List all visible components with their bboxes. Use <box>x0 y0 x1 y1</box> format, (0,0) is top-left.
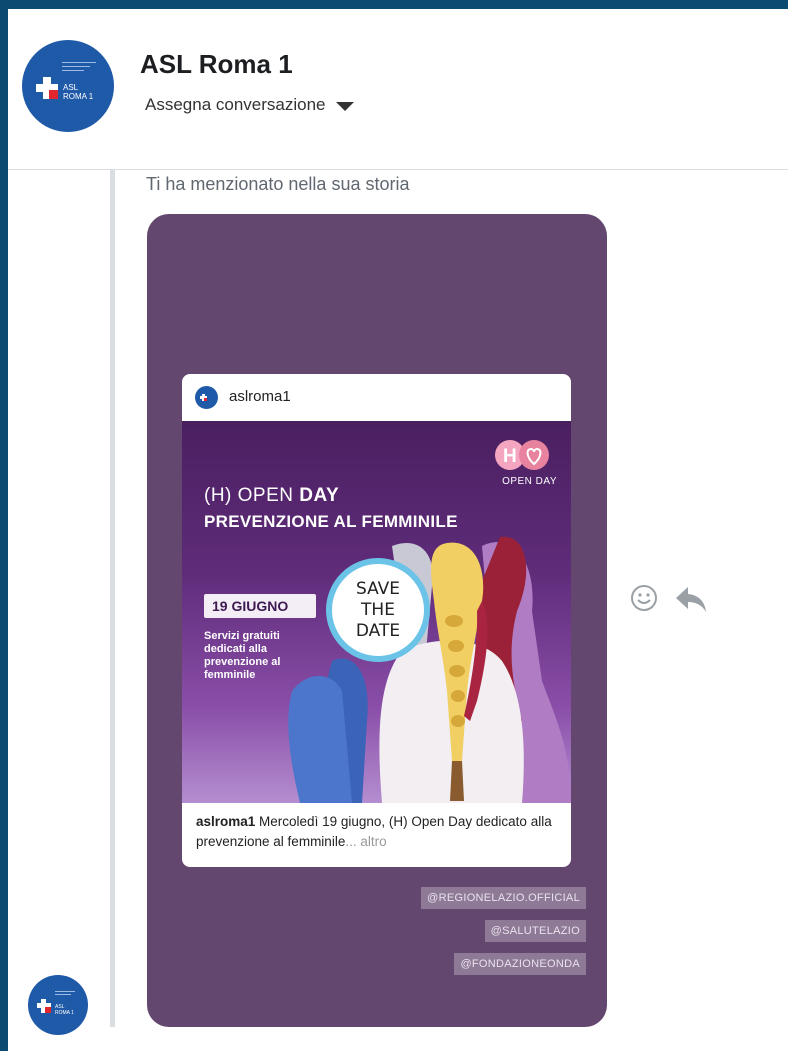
mention-text: Ti ha menzionato nella sua storia <box>146 174 410 194</box>
mention-tag[interactable]: @SALUTELAZIO <box>484 920 586 942</box>
more-link[interactable]: ... altro <box>345 834 386 849</box>
avatar[interactable]: ASL ROMA 1 <box>22 40 114 132</box>
svg-text:H: H <box>503 446 517 467</box>
event-date-badge: 19 GIUGNO <box>204 594 316 618</box>
mention-tag[interactable]: @REGIONELAZIO.OFFICIAL <box>421 887 586 909</box>
open-day-caption: OPEN DAY <box>502 476 557 487</box>
page-title: ASL Roma 1 <box>140 49 293 79</box>
reply-arrow-icon[interactable] <box>674 584 708 614</box>
event-subheadline: PREVENZIONE AL FEMMINILE <box>204 512 458 531</box>
story-bubble[interactable]: aslroma1 H OPEN DAY (H) OPEN DAY PREVENZ… <box>147 214 607 1027</box>
instagram-post-card[interactable]: aslroma1 H OPEN DAY (H) OPEN DAY PREVENZ… <box>182 374 571 867</box>
post-caption: aslroma1 Mercoledì 19 giugno, (H) Open D… <box>196 814 552 849</box>
thread-line <box>110 169 115 1027</box>
asl-logo-icon <box>200 394 207 401</box>
assign-label: Assegna conversazione <box>145 95 326 114</box>
post-header: aslroma1 <box>182 374 571 421</box>
conversation-header: ASL ROMA 1 ASL Roma 1 Assegna conversazio… <box>8 9 788 170</box>
sender-avatar[interactable]: ASL ROMA 1 <box>28 975 88 1035</box>
conversation-panel: ASL ROMA 1 ASL Roma 1 Assegna conversazio… <box>8 9 788 1051</box>
save-the-date-badge: SAVE THE DATE <box>326 558 430 662</box>
services-text: Servizi gratuiti dedicati alla prevenzio… <box>204 630 281 681</box>
assign-conversation-dropdown[interactable]: Assegna conversazione <box>145 95 354 115</box>
avatar-logo-text: ASL ROMA 1 <box>63 83 94 101</box>
post-image: H OPEN DAY (H) OPEN DAY PREVENZIONE AL F… <box>182 421 571 803</box>
caret-down-icon <box>335 101 354 111</box>
mention-tag[interactable]: @FONDAZIONEONDA <box>454 953 586 975</box>
avatar-logo-text: ASL ROMA 1 <box>55 1004 74 1016</box>
post-avatar <box>195 386 218 409</box>
smiley-icon[interactable] <box>629 583 659 613</box>
post-username: aslroma1 <box>229 388 291 405</box>
event-headline: (H) OPEN DAY <box>204 485 340 506</box>
